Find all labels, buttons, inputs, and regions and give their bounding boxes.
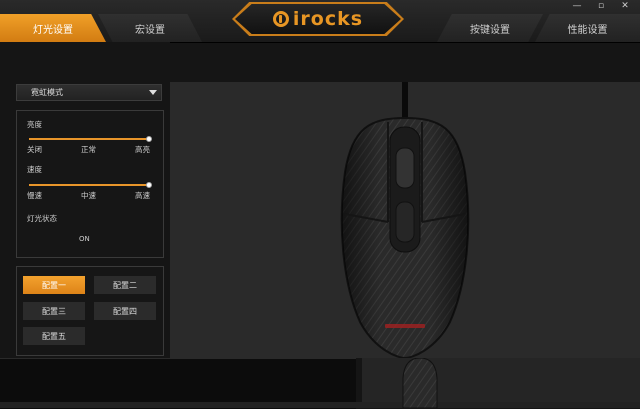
power-icon bbox=[272, 11, 289, 27]
chevron-down-icon bbox=[149, 90, 157, 95]
profile-5-button[interactable]: 配置五 bbox=[23, 327, 85, 345]
lighting-controls-panel: 亮度 关闭 正常 高亮 速度 慢速 中速 高速 灯光状态 ON bbox=[16, 110, 164, 258]
close-button[interactable]: ✕ bbox=[614, 0, 636, 12]
profile-2-button[interactable]: 配置二 bbox=[94, 276, 156, 294]
brightness-label: 亮度 bbox=[27, 120, 42, 129]
speed-tick-fast: 高速 bbox=[135, 191, 150, 200]
brightness-tick-normal: 正常 bbox=[81, 145, 96, 154]
mouse-image bbox=[340, 82, 470, 360]
speed-slider[interactable] bbox=[29, 182, 152, 188]
brightness-tick-high: 高亮 bbox=[135, 145, 150, 154]
profile-1-button[interactable]: 配置一 bbox=[23, 276, 85, 294]
lighting-mode-select[interactable]: 霓虹模式 bbox=[16, 84, 162, 101]
minimize-button[interactable]: — bbox=[566, 0, 588, 12]
profile-4-button[interactable]: 配置四 bbox=[94, 302, 156, 320]
tab-key-settings[interactable]: 按键设置 bbox=[437, 14, 543, 42]
light-status-value[interactable]: ON bbox=[79, 235, 90, 243]
light-status-label: 灯光状态 bbox=[27, 214, 57, 223]
profile-3-button[interactable]: 配置三 bbox=[23, 302, 85, 320]
mouse-preview-area bbox=[170, 82, 640, 360]
lighting-mode-value: 霓虹模式 bbox=[31, 88, 63, 97]
speed-label: 速度 bbox=[27, 165, 42, 174]
tab-macro[interactable]: 宏设置 bbox=[98, 14, 202, 42]
tab-performance[interactable]: 性能设置 bbox=[535, 14, 640, 42]
brightness-slider-handle[interactable] bbox=[146, 136, 152, 142]
profile-panel: 配置一 配置二 配置三 配置四 配置五 bbox=[16, 266, 164, 356]
bottom-border bbox=[0, 402, 640, 408]
brand-logo: irocks bbox=[235, 4, 401, 34]
logo-text: irocks bbox=[292, 8, 364, 30]
maximize-button[interactable]: ▫ bbox=[590, 0, 612, 12]
brightness-tick-off: 关闭 bbox=[27, 145, 42, 154]
tab-lighting[interactable]: 灯光设置 bbox=[0, 14, 106, 42]
mouse-thumbnail bbox=[402, 358, 438, 408]
speed-tick-slow: 慢速 bbox=[27, 191, 42, 200]
speed-slider-handle[interactable] bbox=[146, 182, 152, 188]
brightness-slider[interactable] bbox=[29, 136, 152, 142]
speed-tick-medium: 中速 bbox=[81, 191, 96, 200]
